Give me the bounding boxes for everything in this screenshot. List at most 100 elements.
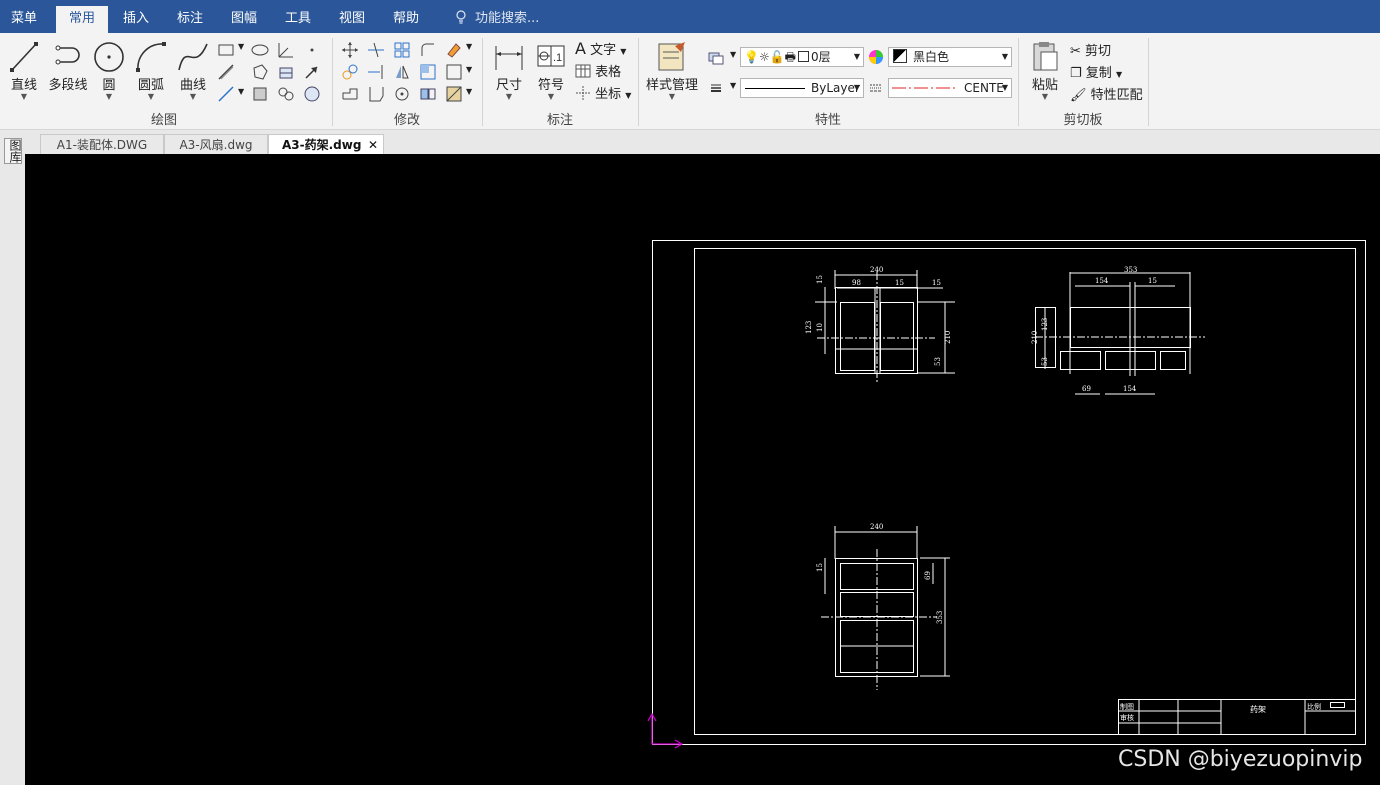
properties-group-label: 特性 <box>814 113 841 128</box>
block-icon[interactable] <box>276 62 296 82</box>
polyline-tool-button[interactable]: 多段线 <box>46 40 90 93</box>
line-style-name: CENTE <box>964 81 1004 95</box>
text-tool-button[interactable]: A 文字 ▼ <box>575 39 626 58</box>
paste-button[interactable]: 粘贴 ▼ <box>1026 40 1064 101</box>
trim-icon[interactable] <box>366 40 386 60</box>
doc-tab-fan[interactable]: A3-风扇.dwg <box>164 134 268 154</box>
stretch-icon[interactable] <box>340 84 360 104</box>
linetype-select[interactable]: ByLayer ▼ <box>740 78 864 98</box>
linetype-name: ByLayer <box>811 81 860 95</box>
join-icon[interactable] <box>418 84 438 104</box>
table-icon <box>575 64 591 78</box>
close-tab-icon[interactable]: ✕ <box>368 135 378 155</box>
doc-tab-rack-label: A3-药架.dwg <box>282 138 362 152</box>
menu-tab-view[interactable]: 视图 <box>328 0 376 33</box>
lineweight-icon[interactable] <box>706 78 726 98</box>
dim-text: 353 <box>1124 266 1137 274</box>
style-manager-button[interactable]: 样式管理 ▼ <box>642 40 702 101</box>
watermark: CSDN @biyezuopinvip <box>1118 747 1363 772</box>
curve-tool-button[interactable]: 曲线 ▼ <box>174 40 212 101</box>
extend-icon[interactable] <box>366 62 386 82</box>
angle-icon[interactable] <box>276 40 296 60</box>
menu-tab-menu[interactable]: 菜单 <box>0 0 48 33</box>
lineweight-dropdown-icon[interactable]: ▼ <box>730 81 736 90</box>
dim-text: 69 <box>1082 385 1091 393</box>
edit-hatch-icon[interactable] <box>444 84 464 104</box>
menu-tab-insert[interactable]: 插入 <box>112 0 160 33</box>
point-icon[interactable] <box>302 40 322 60</box>
drawing-title: 药架 <box>1250 704 1266 714</box>
scale-icon[interactable] <box>418 62 438 82</box>
hatch-line-icon[interactable] <box>216 62 236 82</box>
ray-dropdown-icon[interactable]: ▼ <box>238 87 244 96</box>
fillet-icon[interactable] <box>418 40 438 60</box>
library-panel-tab[interactable]: 图库 <box>4 138 22 164</box>
menu-tab-tools[interactable]: 工具 <box>274 0 322 33</box>
layer-select[interactable]: 💡☼🔓🖶 0层 ▼ <box>740 47 864 67</box>
offset-dropdown-icon[interactable]: ▼ <box>466 65 472 74</box>
rectangle-dropdown-icon[interactable]: ▼ <box>238 42 244 51</box>
color-wheel-icon[interactable] <box>866 47 886 67</box>
ray-icon[interactable] <box>216 84 236 104</box>
layer-color-swatch <box>798 51 809 62</box>
arc-icon <box>136 42 166 72</box>
menu-tab-common[interactable]: 常用 <box>56 6 108 33</box>
table-tool-button[interactable]: 表格 <box>575 61 621 80</box>
array-icon[interactable] <box>392 40 412 60</box>
rectangle-icon[interactable] <box>216 40 236 60</box>
drawing-canvas[interactable]: 240 98 15 15 15 123 10 210 53 353 154 15… <box>25 154 1380 785</box>
match-properties-button[interactable]: 🖌 特性匹配 <box>1070 84 1143 103</box>
side-view <box>821 526 950 690</box>
symbol-tool-button[interactable]: .1 符号 ▼ <box>532 40 570 101</box>
dim-text: 15 <box>932 279 941 287</box>
explode-icon[interactable] <box>366 84 386 104</box>
color-select[interactable]: 黑白色 ▼ <box>888 47 1012 67</box>
group-separator <box>638 38 639 126</box>
modify-group-label: 修改 <box>393 113 420 128</box>
move-icon[interactable] <box>340 40 360 60</box>
circle-icon <box>94 42 124 72</box>
offset-icon[interactable] <box>444 62 464 82</box>
layer-state-icon[interactable] <box>706 47 726 67</box>
revision-icon[interactable] <box>302 84 322 104</box>
eraser-icon[interactable] <box>444 40 464 60</box>
polygon-icon[interactable] <box>250 62 270 82</box>
outer-border <box>652 240 1366 745</box>
line-pattern-icon[interactable] <box>866 78 886 98</box>
style-manager-label: 样式管理 <box>645 78 698 93</box>
doc-tab-assembly[interactable]: A1-装配体.DWG <box>40 134 164 154</box>
menu-tab-frame[interactable]: 图幅 <box>220 0 268 33</box>
style-manager-icon <box>658 42 685 71</box>
text-tool-label: 文字 <box>590 43 617 58</box>
polyline-icon <box>55 45 80 65</box>
ellipse-icon[interactable] <box>250 40 270 60</box>
mirror-icon[interactable] <box>392 62 412 82</box>
cut-button[interactable]: ✂ 剪切 <box>1070 40 1111 59</box>
spline-icon <box>178 43 208 71</box>
circle-tool-button[interactable]: 圆 ▼ <box>90 40 128 101</box>
line-style-select[interactable]: CENTE ▼ <box>888 78 1012 98</box>
edit-hatch-dropdown-icon[interactable]: ▼ <box>466 87 472 96</box>
feature-search[interactable]: 功能搜索... <box>455 0 539 33</box>
copy-button[interactable]: ❐ 复制 ▼ <box>1070 62 1122 81</box>
cloud-icon[interactable] <box>276 84 296 104</box>
line-tool-button[interactable]: 直线 ▼ <box>4 40 44 101</box>
copy-label: 复制 <box>1085 66 1112 81</box>
table-tool-label: 表格 <box>595 65 622 80</box>
rotate-icon[interactable] <box>392 84 412 104</box>
eraser-dropdown-icon[interactable]: ▼ <box>466 42 472 51</box>
dimension-tool-button[interactable]: 尺寸 ▼ <box>490 40 528 101</box>
menu-tab-help[interactable]: 帮助 <box>382 0 430 33</box>
region-icon[interactable] <box>250 84 270 104</box>
dim-text: 240 <box>870 523 883 531</box>
layer-state-dropdown-icon[interactable]: ▼ <box>730 50 736 59</box>
draw-group-label: 绘图 <box>150 113 177 128</box>
menu-tab-annotate[interactable]: 标注 <box>166 0 214 33</box>
center-line-sample <box>892 87 958 89</box>
circle-label: 圆 <box>102 78 116 93</box>
arc-tool-button[interactable]: 圆弧 ▼ <box>132 40 170 101</box>
arrow-icon[interactable] <box>302 62 322 82</box>
copy-object-icon[interactable] <box>340 62 360 82</box>
coordinate-tool-button[interactable]: 坐标 ▼ <box>575 83 631 102</box>
doc-tab-rack[interactable]: A3-药架.dwg ✕ <box>268 134 384 154</box>
